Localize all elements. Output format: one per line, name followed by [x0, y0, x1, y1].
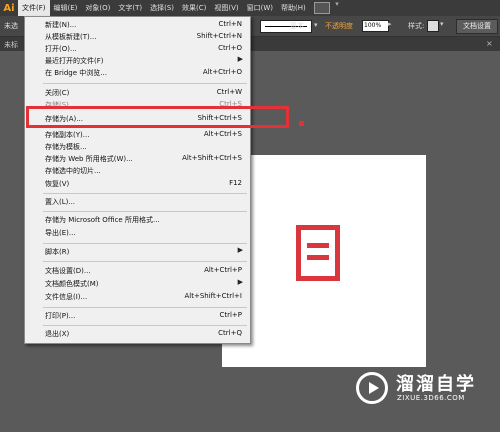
menu-item-label: 恢复(V) [45, 180, 70, 188]
menu-item-label: 从模板新建(T)... [45, 33, 97, 41]
chevron-down-icon[interactable]: ▾ [440, 20, 444, 28]
menu-item-label: 存储选中的切片... [45, 167, 101, 175]
chevron-down-icon[interactable]: ▾ [314, 21, 322, 31]
menu-item-revert[interactable]: 恢复(V) F12 [25, 178, 250, 190]
document-line [307, 255, 329, 260]
menu-separator [43, 307, 247, 308]
menu-item-file-info[interactable]: 文件信息(I)... Alt+Shift+Ctrl+I [25, 291, 250, 303]
menu-item-browse-in-bridge[interactable]: 在 Bridge 中浏览... Alt+Ctrl+O [25, 67, 250, 79]
menu-separator [43, 325, 247, 326]
menu-help[interactable]: 帮助(H) [277, 0, 310, 16]
menu-view[interactable]: 视图(V) [210, 0, 242, 16]
watermark-title: 溜溜自学 [396, 374, 476, 395]
menu-item-label: 文档颜色模式(M) [45, 280, 99, 288]
menu-item-save-a-copy[interactable]: 存储副本(Y)... Alt+Ctrl+S [25, 129, 250, 141]
menu-item-scripts[interactable]: 脚本(R) ▶ [25, 246, 250, 258]
menu-item-recent-files[interactable]: 最近打开的文件(F) ▶ [25, 55, 250, 67]
menu-item-print[interactable]: 打印(P)... Ctrl+P [25, 310, 250, 322]
menu-item-label: 打开(O)... [45, 45, 77, 53]
menu-effect[interactable]: 效果(C) [178, 0, 210, 16]
layout-icon[interactable] [313, 0, 339, 14]
submenu-arrow-icon: ▶ [237, 278, 243, 286]
menu-item-label: 文档设置(D)... [45, 267, 91, 275]
selection-status: 未选 [4, 22, 18, 30]
file-menu-dropdown: 新建(N)... Ctrl+N 从模板新建(T)... Shift+Ctrl+N… [24, 16, 251, 344]
menu-item-label: 存储副本(Y)... [45, 131, 90, 139]
opacity-label[interactable]: 不透明度 [325, 21, 353, 31]
menu-item-shortcut: Ctrl+O [218, 44, 242, 52]
menu-item-save-for-office[interactable]: 存储为 Microsoft Office 所用格式... [25, 214, 250, 226]
close-icon[interactable]: × [486, 39, 493, 48]
menu-item-label: 在 Bridge 中浏览... [45, 69, 107, 77]
menu-item-label: 存储为 Microsoft Office 所用格式... [45, 216, 160, 224]
menu-separator [43, 83, 247, 84]
style-swatch[interactable] [427, 20, 439, 32]
menu-window[interactable]: 窗口(W) [243, 0, 277, 16]
menu-item-label: 文件信息(I)... [45, 293, 88, 301]
menu-item-label: 导出(E)... [45, 229, 76, 237]
menu-item-save-selected-slices[interactable]: 存储选中的切片... [25, 165, 250, 177]
watermark-url: ZIXUE.3D66.COM [397, 394, 465, 402]
menu-item-save-for-web[interactable]: 存储为 Web 所用格式(W)... Alt+Shift+Ctrl+S [25, 153, 250, 165]
document-icon [296, 225, 340, 281]
menu-item-shortcut: Alt+Ctrl+S [203, 130, 242, 138]
style-label: 样式: [408, 22, 425, 30]
menu-object[interactable]: 对象(O) [81, 0, 114, 16]
menu-item-shortcut: Shift+Ctrl+N [196, 32, 242, 40]
menu-item-shortcut: Ctrl+P [219, 311, 242, 319]
opacity-input[interactable]: 100% [362, 20, 389, 32]
chevron-right-icon[interactable]: ▸ [388, 20, 392, 28]
menu-item-close[interactable]: 关闭(C) Ctrl+W [25, 87, 250, 99]
menu-file[interactable]: 文件(F) [18, 0, 50, 16]
menu-select[interactable]: 选择(S) [146, 0, 178, 16]
submenu-arrow-icon: ▶ [237, 55, 243, 63]
menu-item-label: 关闭(C) [45, 89, 70, 97]
stroke-profile-label: 基本 [290, 22, 304, 30]
menu-item-shortcut: F12 [229, 179, 242, 187]
menu-item-shortcut: Ctrl+Q [218, 329, 242, 337]
menu-item-label: 退出(X) [45, 330, 70, 338]
menu-item-label: 置入(L)... [45, 198, 76, 206]
menu-item-new[interactable]: 新建(N)... Ctrl+N [25, 19, 250, 31]
menu-item-shortcut: Alt+Ctrl+P [204, 266, 242, 274]
play-icon [356, 372, 388, 404]
document-line [307, 243, 329, 248]
watermark: 溜溜自学 ZIXUE.3D66.COM [356, 368, 496, 412]
menu-item-open[interactable]: 打开(O)... Ctrl+O [25, 43, 250, 55]
menu-item-shortcut: Alt+Shift+Ctrl+I [184, 292, 242, 300]
menu-type[interactable]: 文字(T) [114, 0, 146, 16]
menu-item-document-setup[interactable]: 文档设置(D)... Alt+Ctrl+P [25, 265, 250, 277]
menu-item-shortcut: Alt+Ctrl+O [202, 68, 242, 76]
artboard[interactable] [222, 155, 426, 367]
menu-item-label: 最近打开的文件(F) [45, 57, 104, 65]
menu-item-label: 新建(N)... [45, 21, 77, 29]
menu-item-label: 脚本(R) [45, 248, 70, 256]
highlight-box [26, 106, 289, 128]
menu-separator [43, 193, 247, 194]
menu-item-export[interactable]: 导出(E)... [25, 227, 250, 239]
menu-item-label: 存储为模板... [45, 143, 87, 151]
menu-separator [43, 243, 247, 244]
menu-item-shortcut: Ctrl+N [218, 20, 242, 28]
menu-item-save-as-template[interactable]: 存储为模板... [25, 141, 250, 153]
submenu-arrow-icon: ▶ [237, 246, 243, 254]
menu-item-new-from-template[interactable]: 从模板新建(T)... Shift+Ctrl+N [25, 31, 250, 43]
menu-item-label: 存储为 Web 所用格式(W)... [45, 155, 133, 163]
menu-bar: Ai 文件(F) 编辑(E) 对象(O) 文字(T) 选择(S) 效果(C) 视… [0, 0, 500, 16]
menu-item-shortcut: Ctrl+W [216, 88, 242, 96]
menu-item-document-color-mode[interactable]: 文档颜色模式(M) ▶ [25, 278, 250, 290]
menu-separator [43, 261, 247, 262]
menu-item-label: 打印(P)... [45, 312, 76, 320]
document-tab[interactable]: 未标 [4, 40, 18, 50]
document-settings-button[interactable]: 文档设置 [456, 19, 498, 34]
menu-separator [43, 211, 247, 212]
menu-item-shortcut: Alt+Shift+Ctrl+S [182, 154, 242, 162]
menu-edit[interactable]: 编辑(E) [50, 0, 82, 16]
menu-item-exit[interactable]: 退出(X) Ctrl+Q [25, 328, 250, 340]
highlight-dot [299, 121, 304, 126]
stroke-profile-preview[interactable] [260, 20, 312, 33]
menu-item-place[interactable]: 置入(L)... [25, 196, 250, 208]
app-logo: Ai [3, 2, 15, 14]
